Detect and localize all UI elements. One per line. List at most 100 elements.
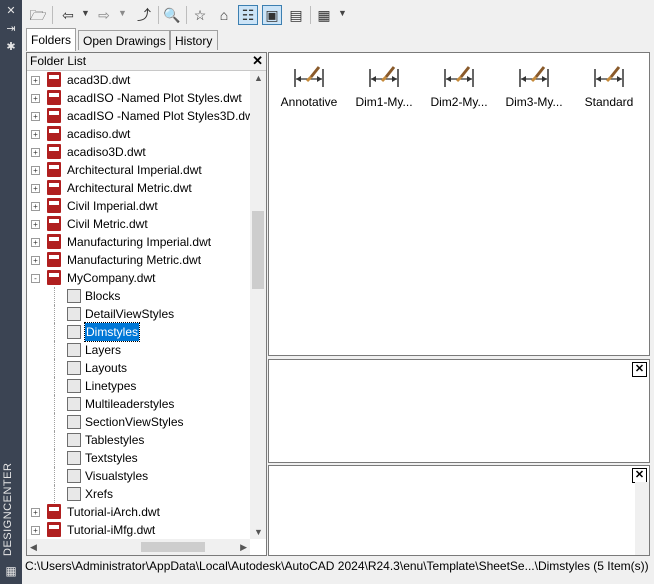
tree-template-node[interactable]: + Manufacturing Metric.dwt xyxy=(27,251,250,269)
tree-node-label: Xrefs xyxy=(85,487,114,501)
tree-template-node[interactable]: + Tutorial-iMfg.dwt xyxy=(27,521,250,539)
expand-icon[interactable]: + xyxy=(31,256,40,265)
tree-child-node[interactable]: Blocks xyxy=(27,287,250,305)
dimstyle-item[interactable]: Dim1-My... xyxy=(345,59,423,109)
expand-icon[interactable]: + xyxy=(31,130,40,139)
tree-child-node[interactable]: Multileaderstyles xyxy=(27,395,250,413)
tree-node-label: Tablestyles xyxy=(85,433,145,447)
expand-icon[interactable]: + xyxy=(31,202,40,211)
tree-guide-line xyxy=(54,341,55,359)
tree-guide-line xyxy=(54,467,55,485)
dimstyle-item[interactable]: Dim2-My... xyxy=(420,59,498,109)
expand-icon[interactable]: + xyxy=(31,76,40,85)
close-preview-icon[interactable]: ✕ xyxy=(632,362,647,377)
tree-template-node[interactable]: + acadISO -Named Plot Styles3D.dwt xyxy=(27,107,250,125)
properties-gear-icon[interactable]: ✱ xyxy=(4,40,18,54)
folder-list-header: Folder List ✕ xyxy=(27,53,266,71)
tree-template-node[interactable]: + acad3D.dwt xyxy=(27,71,250,89)
description-icon[interactable]: ▤ xyxy=(286,5,306,25)
expand-icon[interactable]: + xyxy=(31,148,40,157)
toolbar-separator xyxy=(310,6,311,24)
tree-template-node[interactable]: + Tutorial-iArch.dwt xyxy=(27,503,250,521)
tree-node-label: Civil Imperial.dwt xyxy=(67,199,158,213)
tree-child-node[interactable]: Layers xyxy=(27,341,250,359)
views-icon[interactable]: ▦ xyxy=(314,5,334,25)
scroll-up-icon[interactable]: ▲ xyxy=(254,73,263,83)
dimstyle-item[interactable]: Standard xyxy=(570,59,648,109)
tree-node-label: Manufacturing Imperial.dwt xyxy=(67,235,212,249)
tree-node-label: Manufacturing Metric.dwt xyxy=(67,253,202,267)
tree-guide-line xyxy=(54,377,55,395)
favorites-icon[interactable]: ☆ xyxy=(190,5,210,25)
expand-icon[interactable]: + xyxy=(31,526,40,535)
tree-horizontal-scrollbar[interactable]: ◀ ▶ xyxy=(27,539,250,555)
tree-template-node[interactable]: + Civil Metric.dwt xyxy=(27,215,250,233)
tree-vertical-scroll-thumb[interactable] xyxy=(252,211,264,289)
back-dropdown-icon[interactable]: ▼ xyxy=(81,8,90,18)
tree-template-node[interactable]: + Civil Imperial.dwt xyxy=(27,197,250,215)
palette-sidebar: ✕ ⇥ ✱ DESIGNCENTER ▦ xyxy=(0,0,22,584)
tree-child-node[interactable]: SectionViewStyles xyxy=(27,413,250,431)
tree-vertical-scrollbar[interactable]: ▲ ▼ xyxy=(250,71,266,539)
tree-child-node[interactable]: Dimstyles xyxy=(27,322,250,342)
expand-icon[interactable]: + xyxy=(31,94,40,103)
scroll-right-icon[interactable]: ▶ xyxy=(240,542,247,553)
close-palette-icon[interactable]: ✕ xyxy=(4,4,18,18)
collapse-icon[interactable]: - xyxy=(31,274,40,283)
expand-icon[interactable]: + xyxy=(31,238,40,247)
tree-template-node[interactable]: - MyCompany.dwt xyxy=(27,269,250,287)
expand-icon[interactable]: + xyxy=(31,184,40,193)
close-description-icon[interactable]: ✕ xyxy=(632,468,647,483)
expand-icon[interactable]: + xyxy=(31,112,40,121)
tree-template-node[interactable]: + acadiso3D.dwt xyxy=(27,143,250,161)
tree-child-node[interactable]: Tablestyles xyxy=(27,431,250,449)
tree-child-node[interactable]: Linetypes xyxy=(27,377,250,395)
tree-guide-line xyxy=(54,287,55,305)
home-icon[interactable]: ⌂ xyxy=(214,5,234,25)
tree-child-node[interactable]: Textstyles xyxy=(27,449,250,467)
tree-guide-line xyxy=(54,413,55,431)
dwt-file-icon xyxy=(47,504,61,519)
load-folder-icon[interactable]: 🗁 xyxy=(28,5,48,25)
auto-hide-icon[interactable]: ⇥ xyxy=(4,22,18,36)
tree-node-label: Tutorial-iArch.dwt xyxy=(67,505,160,519)
tab-folders[interactable]: Folders xyxy=(26,28,76,51)
back-icon[interactable]: ⇦ xyxy=(58,5,78,25)
forward-icon[interactable]: ⇨ xyxy=(94,5,114,25)
tree-view-toggle-icon[interactable]: ☷ xyxy=(238,5,258,25)
forward-dropdown-icon[interactable]: ▼ xyxy=(118,8,127,18)
expand-icon[interactable]: + xyxy=(31,220,40,229)
tree-node-label: Dimstyles xyxy=(83,322,141,342)
scroll-down-icon[interactable]: ▼ xyxy=(254,527,263,537)
up-folder-icon[interactable]: ⤴ xyxy=(134,5,154,25)
dimstyle-item[interactable]: Dim3-My... xyxy=(495,59,573,109)
expand-icon[interactable]: + xyxy=(31,508,40,517)
dimstyle-item[interactable]: Annotative xyxy=(270,59,348,109)
tree-template-node[interactable]: + acadiso.dwt xyxy=(27,125,250,143)
palette-grid-icon[interactable]: ▦ xyxy=(4,564,18,578)
tree-node-label: Layers xyxy=(85,343,122,357)
description-pane: ✕ xyxy=(268,465,650,556)
preview-pane: ✕ xyxy=(268,359,650,463)
tree-template-node[interactable]: + Manufacturing Imperial.dwt xyxy=(27,233,250,251)
search-icon[interactable]: 🔍 xyxy=(162,5,182,25)
views-dropdown-icon[interactable]: ▼ xyxy=(338,8,347,18)
tree-template-node[interactable]: + Architectural Imperial.dwt xyxy=(27,161,250,179)
tree-child-node[interactable]: DetailViewStyles xyxy=(27,305,250,323)
tree-child-node[interactable]: Visualstyles xyxy=(27,467,250,485)
tab-open-drawings[interactable]: Open Drawings xyxy=(78,30,170,50)
expand-icon[interactable]: + xyxy=(31,166,40,175)
scroll-left-icon[interactable]: ◀ xyxy=(30,542,37,553)
description-scrollbar[interactable] xyxy=(635,482,649,555)
dwt-file-icon xyxy=(47,252,61,267)
tree-template-node[interactable]: + acadISO -Named Plot Styles.dwt xyxy=(27,89,250,107)
preview-toggle-icon[interactable]: ▣ xyxy=(262,5,282,25)
tree-child-node[interactable]: Layouts xyxy=(27,359,250,377)
dwt-file-icon xyxy=(47,90,61,105)
tree-node-label: Multileaderstyles xyxy=(85,397,175,411)
tab-history[interactable]: History xyxy=(170,30,218,50)
tree-child-node[interactable]: Xrefs xyxy=(27,485,250,503)
close-folder-list-icon[interactable]: ✕ xyxy=(252,53,263,69)
tree-horizontal-scroll-thumb[interactable] xyxy=(141,542,205,552)
tree-template-node[interactable]: + Architectural Metric.dwt xyxy=(27,179,250,197)
